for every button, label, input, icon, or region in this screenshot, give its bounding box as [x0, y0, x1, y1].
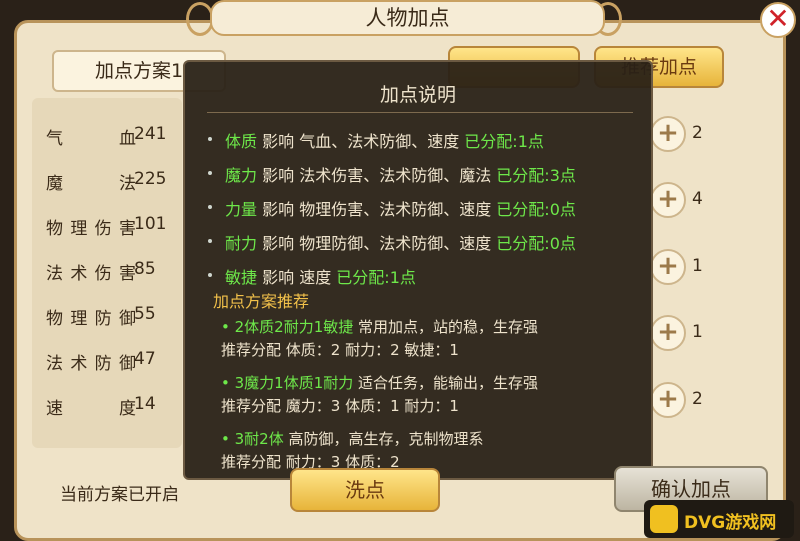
point-value: 4 — [692, 189, 703, 209]
bullet-icon — [208, 273, 212, 277]
point-value: 2 — [692, 389, 703, 409]
wash-points-button[interactable]: 洗点 — [290, 468, 440, 512]
watermark: DVG游戏网 — [644, 500, 794, 538]
attr-value-1: 225 — [134, 169, 167, 189]
attr-allocated: 已分配:1点 — [464, 132, 544, 151]
point-value: 2 — [692, 123, 703, 143]
plan-distribution: 推荐分配 体质：2 耐力：2 敏捷：1 — [221, 341, 459, 359]
bullet-icon — [208, 205, 212, 209]
watermark-logo-icon — [650, 505, 678, 533]
attr-allocated: 已分配:1点 — [336, 268, 416, 287]
point-row: +2 — [640, 116, 756, 154]
plan-name: 2体质2耐力1敏捷 — [234, 318, 354, 336]
attr-explanation-row: 力量 影响 物理伤害、法术防御、速度 已分配:0点 — [225, 196, 576, 220]
plan-line: • 3耐2体 高防御，高生存，克制物理系 — [221, 428, 484, 449]
attr-explanation-row: 敏捷 影响 速度 已分配:1点 — [225, 264, 416, 288]
point-row: +2 — [640, 382, 756, 420]
window-title: 人物加点 — [210, 0, 605, 36]
plan-section-title: 加点方案推荐 — [213, 292, 310, 311]
points-explanation-overlay: 加点说明 体质 影响 气血、法术防御、速度 已分配:1点 魔力 影响 法术伤害、法… — [183, 60, 653, 480]
attr-allocated: 已分配:3点 — [496, 166, 576, 185]
attr-effect: 影响 速度 — [262, 268, 332, 287]
bullet-icon: • — [221, 430, 235, 448]
attr-value-2: 101 — [134, 214, 167, 234]
attr-label: 魔力 — [225, 166, 258, 185]
bullet-icon: • — [221, 318, 235, 336]
overlay-title: 加点说明 — [379, 84, 456, 106]
attr-name-2: 物理伤害 — [46, 219, 136, 239]
point-value: 1 — [692, 256, 703, 276]
plus-icon[interactable]: + — [650, 382, 686, 418]
attr-effect: 影响 物理伤害、法术防御、速度 — [262, 200, 492, 219]
attr-effect: 影响 物理防御、法术防御、速度 — [262, 234, 492, 253]
attr-explanation-row: 体质 影响 气血、法术防御、速度 已分配:1点 — [225, 128, 544, 152]
bullet-icon: • — [221, 374, 235, 392]
bullet-icon — [208, 239, 212, 243]
plan-distribution: 推荐分配 魔力：3 体质：1 耐力：1 — [221, 397, 459, 415]
attr-name-5: 法术防御 — [46, 354, 136, 374]
attr-name-6: 速度 — [46, 399, 136, 419]
plan-desc: 常用加点，站的稳，生存强 — [358, 318, 539, 336]
attr-allocated: 已分配:0点 — [496, 200, 576, 219]
overlay-divider — [207, 112, 633, 113]
plan-line: • 2体质2耐力1敏捷 常用加点，站的稳，生存强 — [221, 316, 538, 337]
attr-name-1: 魔法 — [46, 174, 136, 194]
plus-icon[interactable]: + — [650, 315, 686, 351]
bullet-icon — [208, 171, 212, 175]
plus-icon[interactable]: + — [650, 182, 686, 218]
bullet-icon — [208, 137, 212, 141]
plan-line: • 3魔力1体质1耐力 适合任务，能输出，生存强 — [221, 372, 538, 393]
plan-name: 3耐2体 — [234, 430, 284, 448]
attr-label: 耐力 — [225, 234, 258, 253]
attr-effect: 影响 气血、法术防御、速度 — [262, 132, 460, 151]
attr-effect: 影响 法术伤害、法术防御、魔法 — [262, 166, 492, 185]
attr-value-6: 14 — [134, 394, 156, 414]
watermark-text: DVG游戏网 — [684, 513, 777, 533]
attr-value-4: 55 — [134, 304, 156, 324]
plan-desc: 高防御，高生存，克制物理系 — [288, 430, 484, 448]
point-row: +4 — [640, 182, 756, 220]
plus-icon[interactable]: + — [650, 249, 686, 285]
attr-label: 体质 — [225, 132, 258, 151]
attr-label: 力量 — [225, 200, 258, 219]
attr-explanation-row: 耐力 影响 物理防御、法术防御、速度 已分配:0点 — [225, 230, 576, 254]
attr-value-0: 241 — [134, 124, 167, 144]
attr-value-3: 85 — [134, 259, 156, 279]
point-row: +1 — [640, 315, 756, 353]
attr-name-4: 物理防御 — [46, 309, 136, 329]
point-row: +1 — [640, 249, 756, 287]
attr-allocated: 已分配:0点 — [496, 234, 576, 253]
plus-icon[interactable]: + — [650, 116, 686, 152]
plan-name: 3魔力1体质1耐力 — [234, 374, 354, 392]
attr-explanation-row: 魔力 影响 法术伤害、法术防御、魔法 已分配:3点 — [225, 162, 576, 186]
attr-name-3: 法术伤害 — [46, 264, 136, 284]
plan-desc: 适合任务，能输出，生存强 — [358, 374, 539, 392]
attr-label: 敏捷 — [225, 268, 258, 287]
scheme-status: 当前方案已开启 — [60, 485, 179, 505]
close-button[interactable]: ✕ — [760, 2, 796, 38]
attr-name-0: 气血 — [46, 129, 136, 149]
point-value: 1 — [692, 322, 703, 342]
attr-value-5: 47 — [134, 349, 156, 369]
